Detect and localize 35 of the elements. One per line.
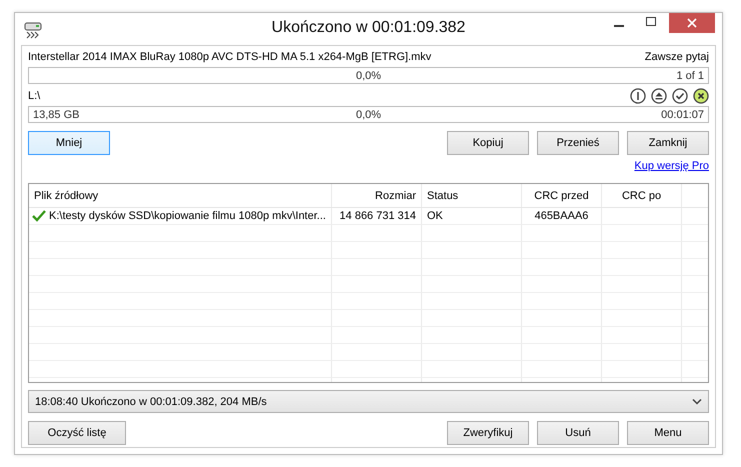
- check-icon: [32, 210, 46, 222]
- eject-icon[interactable]: [651, 88, 667, 104]
- column-header[interactable]: CRC po: [602, 184, 682, 207]
- buy-pro-link[interactable]: Kup wersję Pro: [634, 160, 709, 172]
- table-cell: OK: [427, 210, 443, 222]
- drive-icon: [23, 21, 43, 39]
- table-cell: 465BAAA6: [534, 210, 588, 222]
- button[interactable]: Zamknij: [627, 131, 709, 155]
- column-header[interactable]: Rozmiar: [332, 184, 422, 207]
- percent-label: 0,0%: [356, 70, 382, 82]
- info-icon[interactable]: [630, 88, 646, 104]
- column-header[interactable]: Status: [422, 184, 522, 207]
- button[interactable]: Oczyść listę: [28, 421, 126, 445]
- column-header[interactable]: CRC przed: [522, 184, 602, 207]
- button[interactable]: Usuń: [537, 421, 619, 445]
- close-button[interactable]: [669, 13, 715, 33]
- overwrite-mode: Zawsze pytaj: [644, 51, 709, 63]
- button[interactable]: Zweryfikuj: [447, 421, 529, 445]
- file-count: 1 of 1: [676, 70, 704, 82]
- button[interactable]: Menu: [627, 421, 709, 445]
- elapsed-time: 00:01:07: [661, 108, 704, 120]
- percent-label: 0,0%: [356, 108, 382, 120]
- table-cell: K:\testy dysków SSD\kopiowanie filmu 1080p mkv\Inter...: [49, 210, 326, 222]
- size-label: 13,85 GB: [33, 108, 80, 120]
- column-header[interactable]: Plik źródłowy: [29, 184, 332, 207]
- button[interactable]: Mniej: [28, 131, 110, 155]
- cancel-icon[interactable]: [693, 88, 709, 104]
- button[interactable]: Przenieś: [537, 131, 619, 155]
- file-name: Interstellar 2014 IMAX BluRay 1080p AVC DTS-HD MA 5.1 x264-MgB [ETRG].mkv: [28, 51, 432, 63]
- window-title: Ukończono w 00:01:09.382: [272, 19, 466, 37]
- log-dropdown[interactable]: 18:08:40 Ukończono w 00:01:09.382, 204 MB/s: [28, 390, 709, 413]
- destination-path: L:\: [28, 90, 40, 102]
- table-cell: 14 866 731 314: [340, 210, 416, 222]
- button[interactable]: Kopiuj: [447, 131, 529, 155]
- check-icon[interactable]: [672, 88, 688, 104]
